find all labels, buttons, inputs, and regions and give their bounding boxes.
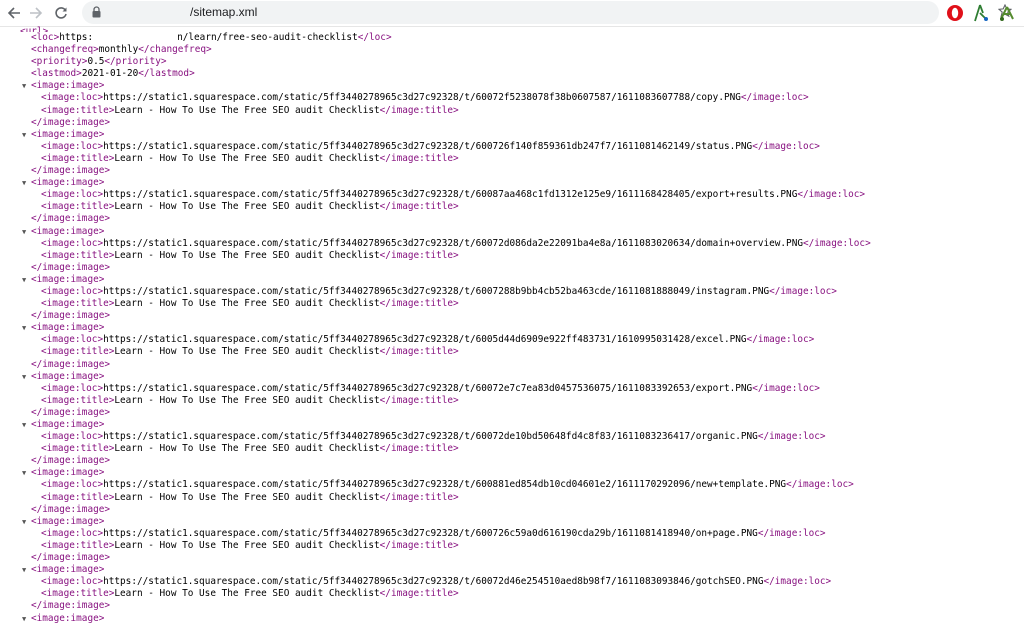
image-title-line: <image:title>Learn - How To Use The Free… (41, 201, 459, 213)
image-open-line: ▼ <image:image> (22, 564, 105, 576)
image-close-line: </image:image> (31, 552, 111, 564)
image-loc-line: <image:loc>https://static1.squarespace.c… (41, 431, 826, 443)
image-loc-line: <image:loc>https://static1.squarespace.c… (41, 189, 866, 201)
image-open-line: ▼ <image:image> (22, 419, 105, 431)
image-title-line: <image:title>Learn - How To Use The Free… (41, 394, 459, 406)
collapse-triangle-icon[interactable]: ▼ (22, 274, 26, 286)
collapse-triangle-icon[interactable]: ▼ (22, 80, 26, 92)
image-title-line: <image:title>Learn - How To Use The Free… (41, 346, 459, 358)
extension-icon[interactable] (973, 4, 989, 22)
puzzle-icon[interactable] (998, 4, 1016, 22)
image-title-line: <image:title>Learn - How To Use The Free… (41, 152, 459, 164)
image-loc-line: <image:loc>https://static1.squarespace.c… (41, 92, 809, 104)
collapse-triangle-icon[interactable]: ▼ (22, 322, 26, 334)
image-close-line: </image:image> (31, 455, 111, 467)
image-loc-line: <image:loc>https://static1.squarespace.c… (41, 382, 820, 394)
image-close-line: </image:image> (31, 600, 111, 612)
address-bar[interactable]: /sitemap.xml (82, 1, 1012, 24)
image-loc-line: <image:loc>https://static1.squarespace.c… (41, 479, 854, 491)
image-open-line: ▼ <image:image> (22, 515, 105, 528)
forward-arrow-icon[interactable] (26, 3, 46, 23)
image-open-line: ▼ <image:image> (22, 128, 105, 141)
collapse-triangle-icon[interactable]: ▼ (22, 177, 26, 189)
image-open-line: ▼ <image:image> (22, 225, 105, 238)
collapse-triangle-icon[interactable]: ▼ (22, 419, 26, 431)
image-title-line: <image:title>Learn - How To Use The Free… (41, 539, 459, 551)
image-title-line: <image:title>Learn - How To Use The Free… (41, 249, 459, 261)
lock-icon[interactable] (92, 6, 101, 18)
image-open-line: ▼ <image:image> (22, 177, 105, 189)
image-close-line: </image:image> (31, 213, 111, 225)
image-title-line: <image:title>Learn - How To Use The Free… (41, 588, 459, 600)
image-close-line: </image:image> (31, 116, 111, 128)
url-path: /sitemap.xml (190, 5, 258, 19)
image-close-line: </image:image> (31, 358, 111, 370)
collapse-triangle-icon[interactable]: ▼ (22, 613, 26, 625)
collapse-triangle-icon[interactable]: ▼ (22, 516, 26, 528)
image-close-line: </image:image> (31, 261, 111, 273)
image-close-line: </image:image> (31, 503, 111, 515)
image-loc-line: <image:loc>https://static1.squarespace.c… (41, 285, 837, 297)
reload-icon[interactable] (51, 3, 71, 23)
loc-line: <loc>https: n/learn/free-seo-audit-checkl… (31, 32, 392, 43)
image-open-line: ▼ <image:image> (22, 612, 105, 625)
collapse-triangle-icon[interactable]: ▼ (22, 564, 26, 576)
image-loc-line: <image:loc>https://static1.squarespace.c… (41, 237, 871, 249)
url-host-redacted (106, 6, 202, 19)
image-title-line: <image:title>Learn - How To Use The Free… (41, 491, 459, 503)
collapse-triangle-icon[interactable]: ▼ (22, 467, 26, 479)
image-close-line: </image:image> (31, 310, 111, 322)
browser-toolbar: /sitemap.xml (0, 0, 1024, 27)
changefreq-line: <changefreq>monthly</changefreq> (31, 44, 212, 56)
image-close-line: </image:image> (31, 406, 111, 418)
image-title-line: <image:title>Learn - How To Use The Free… (41, 104, 459, 116)
image-open-line: ▼ <image:image> (22, 273, 105, 286)
opera-icon[interactable] (946, 4, 964, 22)
back-arrow-icon[interactable] (4, 3, 24, 23)
collapse-triangle-icon[interactable]: ▼ (22, 226, 26, 238)
image-open-line: ▼ <image:image> (22, 370, 105, 383)
priority-line: <priority>0.5</priority> (31, 56, 167, 68)
xml-viewer: <url> <loc>https: n/learn/free-seo-audit-c… (0, 26, 1024, 633)
image-close-line: </image:image> (31, 165, 111, 177)
image-title-line: <image:title>Learn - How To Use The Free… (41, 298, 459, 310)
collapse-triangle-icon[interactable]: ▼ (22, 371, 26, 383)
lastmod-line: <lastmod>2021-01-20</lastmod> (31, 68, 195, 80)
image-open-line: ▼ <image:image> (22, 322, 105, 334)
image-open-line: ▼ <image:image> (22, 80, 105, 92)
image-open-line: ▼ <image:image> (22, 467, 105, 479)
image-loc-line: <image:loc>https://static1.squarespace.c… (41, 576, 832, 588)
collapse-triangle-icon[interactable]: ▼ (22, 129, 26, 141)
image-title-line: <image:title>Learn - How To Use The Free… (41, 443, 459, 455)
image-loc-line: <image:loc>https://static1.squarespace.c… (41, 334, 815, 346)
image-loc-line: <image:loc>https://static1.squarespace.c… (41, 140, 820, 152)
image-loc-line: <image:loc>https://static1.squarespace.c… (41, 527, 826, 539)
